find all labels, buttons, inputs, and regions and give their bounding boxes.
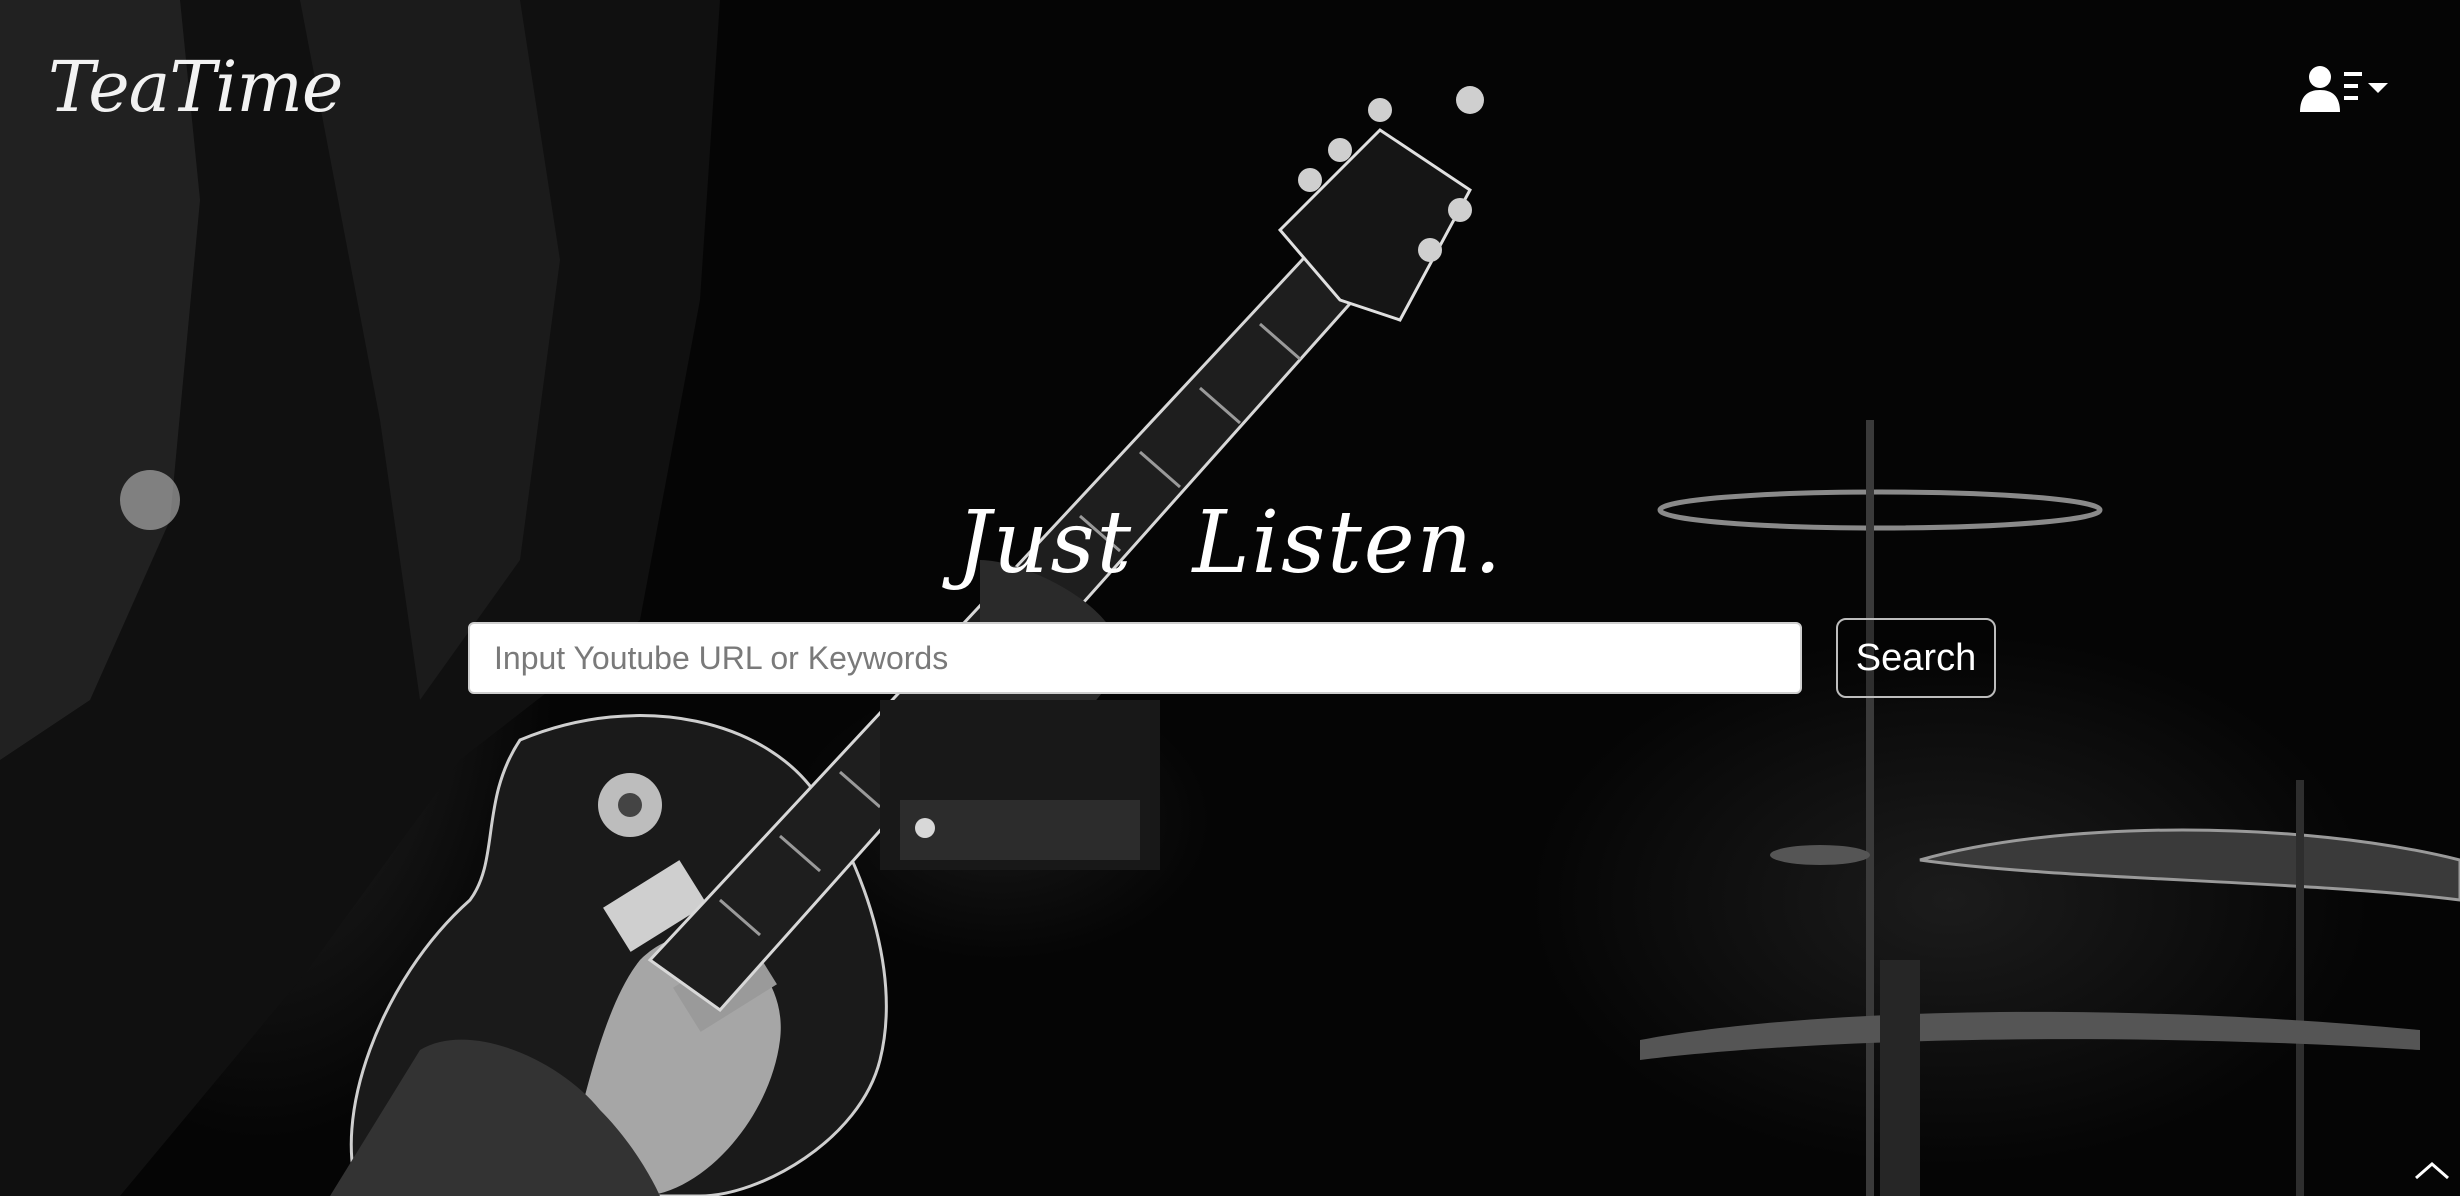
chevron-up-icon[interactable] bbox=[2412, 1154, 2452, 1184]
page: TeaTime Just Listen. Search bbox=[0, 0, 2460, 1196]
hero-tagline: Just Listen. bbox=[956, 493, 1504, 593]
search-input[interactable] bbox=[468, 622, 1802, 694]
user-menu-button[interactable] bbox=[2300, 60, 2392, 116]
brand-logo[interactable]: TeaTime bbox=[48, 52, 343, 122]
background-photo bbox=[0, 0, 2460, 1196]
list-icon bbox=[2344, 72, 2362, 100]
user-icon bbox=[2300, 66, 2340, 112]
caret-down-icon bbox=[2368, 83, 2388, 93]
cymbal-right bbox=[1919, 828, 2460, 902]
search-button[interactable]: Search bbox=[1836, 618, 1996, 698]
search-bar: Search bbox=[468, 618, 1996, 698]
